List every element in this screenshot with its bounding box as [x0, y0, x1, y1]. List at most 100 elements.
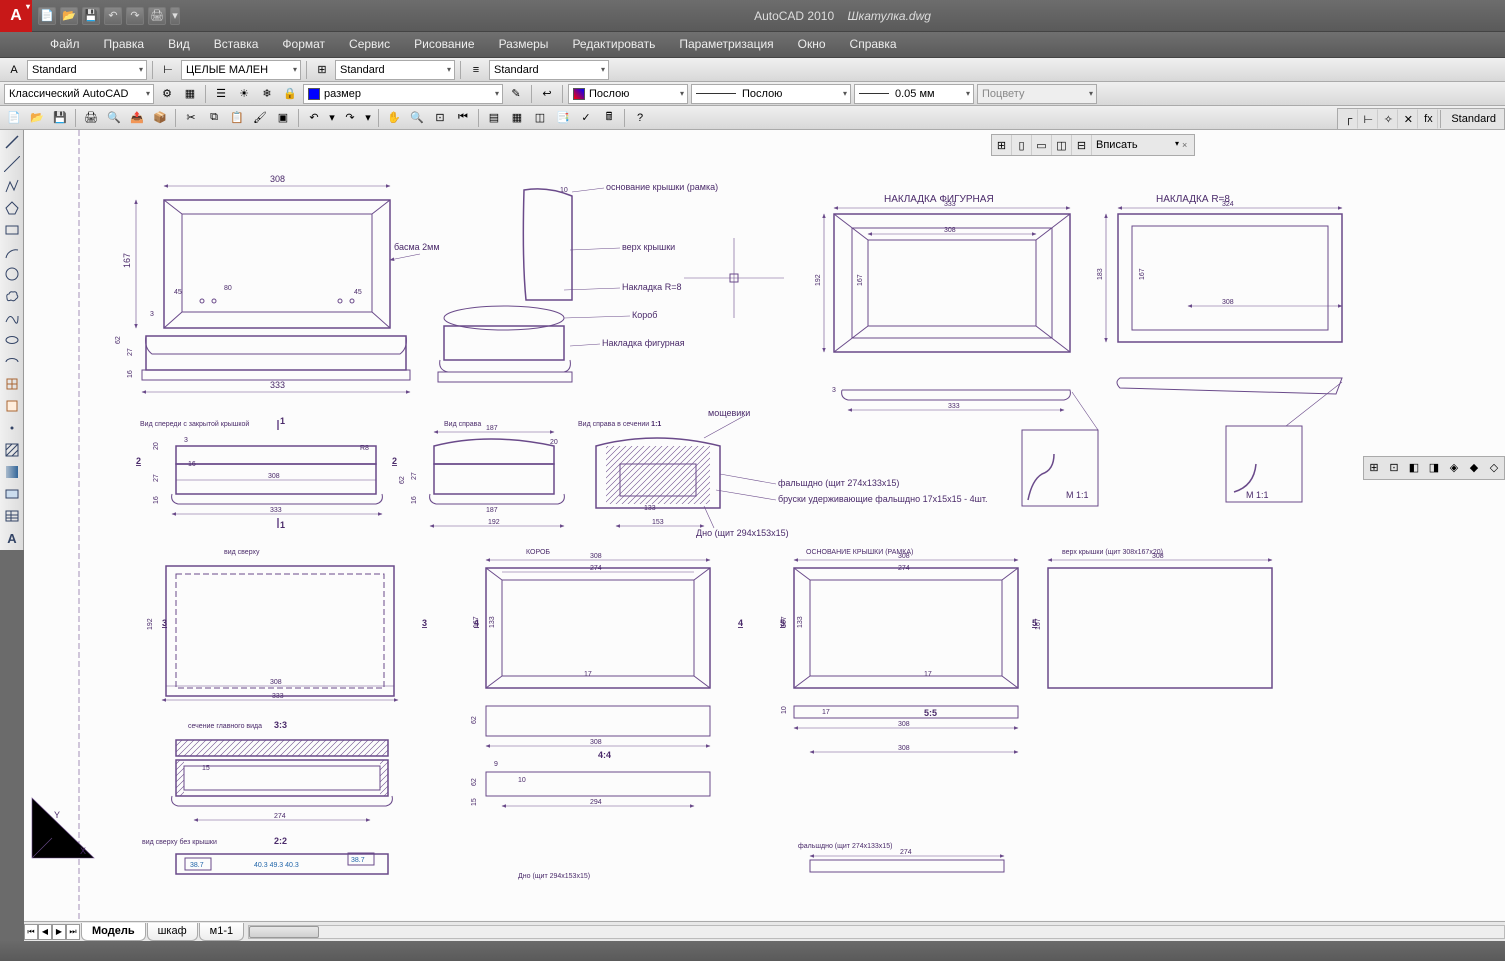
menu-view[interactable]: Вид [156, 32, 202, 57]
blockeditor-icon[interactable]: ▣ [273, 108, 293, 128]
workspace-toolbar-icon[interactable]: ▦ [180, 84, 200, 104]
zoom-win-icon[interactable]: ⊡ [430, 108, 450, 128]
qat-redo-icon[interactable]: ↷ [126, 7, 144, 25]
layer-lock-icon[interactable]: 🔒 [280, 84, 300, 104]
arc-icon[interactable] [2, 242, 22, 262]
cut-icon[interactable]: ✂ [181, 108, 201, 128]
dim-con-icon[interactable]: ⊢ [1358, 109, 1378, 129]
open-icon[interactable]: 📂 [27, 108, 47, 128]
dimstyle-combo[interactable]: ЦЕЛЫЕ МАЛЕН [181, 60, 301, 80]
param-mgr-icon[interactable]: fx [1418, 109, 1438, 129]
menu-parametric[interactable]: Параметризация [667, 32, 785, 57]
mlstyle-combo[interactable]: Standard [489, 60, 609, 80]
lineweight-combo[interactable]: 0.05 мм [854, 84, 974, 104]
pan-icon[interactable]: ✋ [384, 108, 404, 128]
point-icon[interactable] [2, 418, 22, 438]
zoom-prev-icon[interactable]: ⏮ [453, 108, 473, 128]
geo-con-icon[interactable]: ┌ [1338, 109, 1358, 129]
vp4-icon[interactable]: ◫ [1052, 135, 1072, 155]
drawing-area[interactable]: 308 167 333 62 27 16 3 80 45 45 басма 2м… [24, 130, 1505, 921]
redo-drop-icon[interactable]: ▾ [363, 108, 373, 128]
paste-icon[interactable]: 📋 [227, 108, 247, 128]
tab-next-icon[interactable]: ▶ [52, 924, 66, 940]
save-icon[interactable]: 💾 [50, 108, 70, 128]
preview-icon[interactable]: 🔍 [104, 108, 124, 128]
vp2-icon[interactable]: ▯ [1012, 135, 1032, 155]
del-con-icon[interactable]: ✕ [1398, 109, 1418, 129]
workspace-settings-icon[interactable]: ⚙ [157, 84, 177, 104]
qat-save-icon[interactable]: 💾 [82, 7, 100, 25]
3ddwf-icon[interactable]: 📦 [150, 108, 170, 128]
matchprops-icon[interactable]: 🖌 [250, 108, 270, 128]
vp5-icon[interactable]: ⊟ [1072, 135, 1092, 155]
menu-file[interactable]: Файл [38, 32, 92, 57]
tab-layout-1[interactable]: шкаф [147, 923, 198, 941]
tablestyle-combo[interactable]: Standard [335, 60, 455, 80]
rectangle-icon[interactable] [2, 220, 22, 240]
polygon-icon[interactable] [2, 198, 22, 218]
model-canvas[interactable]: 308 167 333 62 27 16 3 80 45 45 басма 2м… [24, 130, 1505, 920]
tablestyle-icon[interactable]: ⊞ [312, 60, 332, 80]
menu-edit[interactable]: Правка [92, 32, 157, 57]
vp-scale-combo[interactable]: Вписать [1092, 139, 1182, 151]
makeblock-icon[interactable] [2, 396, 22, 416]
vfront-icon[interactable]: ⊡ [1384, 457, 1404, 477]
zoom-rt-icon[interactable]: 🔍 [407, 108, 427, 128]
menu-window[interactable]: Окно [786, 32, 838, 57]
publish-icon[interactable]: 📤 [127, 108, 147, 128]
vp3-icon[interactable]: ▭ [1032, 135, 1052, 155]
layer-prev-icon[interactable]: ↩ [537, 84, 557, 104]
table-icon[interactable] [2, 506, 22, 526]
ellipsearc-icon[interactable] [2, 352, 22, 372]
vleft-icon[interactable]: ◧ [1404, 457, 1424, 477]
new-icon[interactable]: 📄 [4, 108, 24, 128]
layer-states-icon[interactable]: ☀ [234, 84, 254, 104]
textstyle-icon[interactable]: A [4, 60, 24, 80]
spline-icon[interactable] [2, 308, 22, 328]
menu-insert[interactable]: Вставка [202, 32, 271, 57]
layer-props-icon[interactable]: ☰ [211, 84, 231, 104]
plot-icon[interactable]: 🖨 [81, 108, 101, 128]
ellipse-icon[interactable] [2, 330, 22, 350]
auto-con-icon[interactable]: ✧ [1378, 109, 1398, 129]
qat-new-icon[interactable]: 📄 [38, 7, 56, 25]
region-icon[interactable] [2, 484, 22, 504]
gradient-icon[interactable] [2, 462, 22, 482]
layer-freeze-icon[interactable]: ❄ [257, 84, 277, 104]
app-menu-button[interactable]: A [0, 0, 32, 32]
color-combo[interactable]: Послою [568, 84, 688, 104]
redo-icon[interactable]: ↷ [340, 108, 360, 128]
vne-icon[interactable]: ◇ [1484, 457, 1504, 477]
vp-close-icon[interactable]: × [1182, 140, 1194, 150]
menu-dimension[interactable]: Размеры [487, 32, 561, 57]
tab-prev-icon[interactable]: ◀ [38, 924, 52, 940]
pline-icon[interactable] [2, 176, 22, 196]
toolpalettes-icon[interactable]: ◫ [530, 108, 550, 128]
revcloud-icon[interactable] [2, 286, 22, 306]
qat-undo-icon[interactable]: ↶ [104, 7, 122, 25]
layer-match-icon[interactable]: ✎ [506, 84, 526, 104]
vse-icon[interactable]: ◆ [1464, 457, 1484, 477]
hscroll-thumb[interactable] [249, 926, 319, 938]
qat-dropdown-icon[interactable]: ▾ [170, 7, 180, 25]
qat-print-icon[interactable]: 🖨 [148, 7, 166, 25]
vp1-icon[interactable]: ⊞ [992, 135, 1012, 155]
sheetset-icon[interactable]: 📑 [553, 108, 573, 128]
xline-icon[interactable] [2, 154, 22, 174]
tab-model[interactable]: Модель [81, 923, 146, 941]
menu-format[interactable]: Формат [270, 32, 337, 57]
layer-combo[interactable]: размер [303, 84, 503, 104]
vright-icon[interactable]: ◨ [1424, 457, 1444, 477]
tab-last-icon[interactable]: ⏭ [66, 924, 80, 940]
line-icon[interactable] [2, 132, 22, 152]
dimstyle-icon[interactable]: ⊢ [158, 60, 178, 80]
markup-icon[interactable]: ✓ [576, 108, 596, 128]
quickcalc-icon[interactable]: 🖩 [599, 108, 619, 128]
designcenter-icon[interactable]: ▦ [507, 108, 527, 128]
mlstyle-icon[interactable]: ≡ [466, 60, 486, 80]
insert-icon[interactable] [2, 374, 22, 394]
menu-help[interactable]: Справка [838, 32, 909, 57]
textstyle-combo[interactable]: Standard [27, 60, 147, 80]
help-icon[interactable]: ? [630, 108, 650, 128]
mtext-icon[interactable]: A [2, 528, 22, 548]
